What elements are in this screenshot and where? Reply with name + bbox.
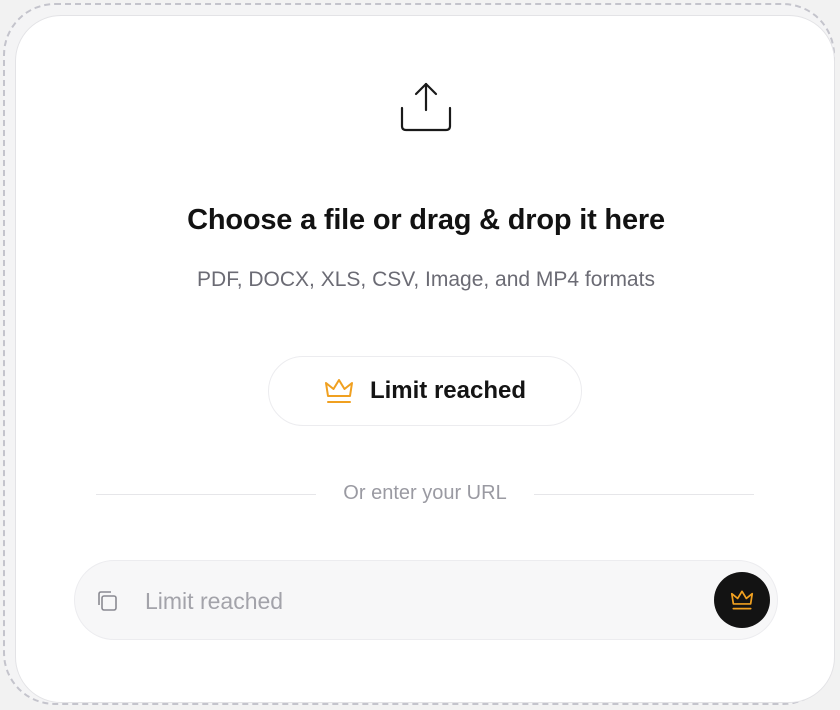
url-submit-button[interactable] — [714, 572, 770, 628]
supported-formats: PDF, DOCX, XLS, CSV, Image, and MP4 form… — [197, 268, 655, 291]
crown-icon — [730, 590, 754, 610]
upload-icon — [400, 82, 452, 132]
upload-dropzone[interactable]: Choose a file or drag & drop it here PDF… — [3, 3, 835, 705]
copy-icon — [98, 591, 117, 611]
upload-card[interactable]: Choose a file or drag & drop it here PDF… — [15, 15, 835, 703]
url-input[interactable] — [145, 581, 685, 621]
crown-icon — [324, 379, 353, 403]
limit-reached-label: Limit reached — [369, 377, 527, 404]
limit-reached-button[interactable]: Limit reached — [268, 356, 582, 426]
divider-line-left — [96, 494, 316, 495]
upload-title: Choose a file or drag & drop it here — [187, 204, 665, 236]
divider-text: Or enter your URL — [343, 482, 507, 504]
divider-line-right — [534, 494, 754, 495]
url-bar — [74, 560, 778, 640]
